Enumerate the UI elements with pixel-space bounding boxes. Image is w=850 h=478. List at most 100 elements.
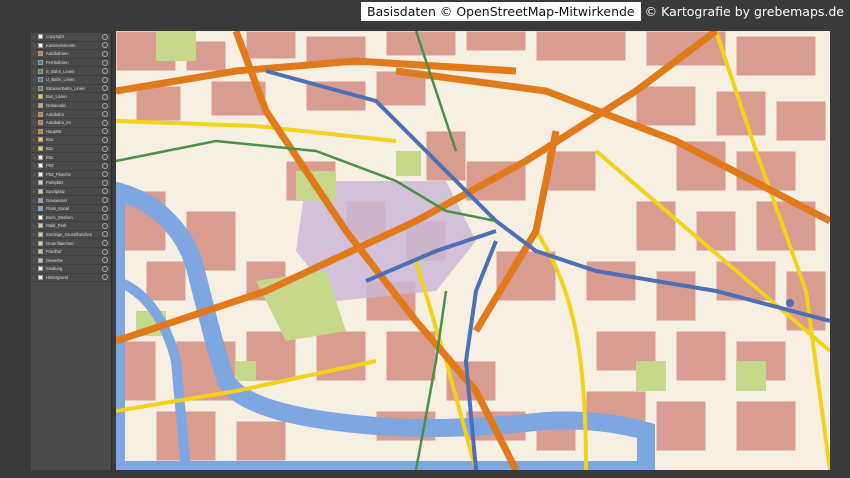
expand-arrow-icon[interactable]: › [33,94,37,99]
expand-arrow-icon[interactable]: › [33,120,37,125]
expand-arrow-icon[interactable]: › [33,129,37,134]
expand-arrow-icon[interactable]: › [33,198,37,203]
visibility-toggle-icon[interactable] [102,274,108,281]
layer-row[interactable]: › Autobahn_int [31,119,111,128]
expand-arrow-icon[interactable]: › [33,103,37,108]
layer-swatch-icon [38,240,43,246]
layer-row[interactable]: › Gebaeude [31,102,111,111]
expand-arrow-icon[interactable]: › [33,206,37,211]
visibility-toggle-icon[interactable] [102,50,108,57]
visibility-toggle-icon[interactable] [102,179,108,186]
expand-arrow-icon[interactable]: › [33,60,37,65]
expand-arrow-icon[interactable]: › [33,232,37,237]
expand-arrow-icon[interactable]: › [33,77,37,82]
layer-name: Autobahnen [46,51,69,57]
visibility-toggle-icon[interactable] [102,222,108,229]
visibility-toggle-icon[interactable] [102,119,108,126]
expand-arrow-icon[interactable]: › [33,34,37,39]
expand-arrow-icon[interactable]: › [33,266,37,271]
visibility-toggle-icon[interactable] [102,197,108,204]
expand-arrow-icon[interactable]: › [33,69,37,74]
visibility-toggle-icon[interactable] [102,205,108,212]
layer-swatch-icon [38,266,43,272]
map-view[interactable] [116,31,830,470]
layer-row[interactable]: › Sportplatz [31,188,111,197]
layer-row[interactable]: › Fluss_Kanal [31,205,111,214]
layer-row[interactable]: › B1x [31,136,111,145]
expand-arrow-icon[interactable]: › [33,249,37,254]
expand-arrow-icon[interactable]: › [33,155,37,160]
visibility-toggle-icon[interactable] [102,265,108,272]
layer-swatch-icon [38,103,43,109]
layer-row[interactable]: › Copyright [31,33,111,42]
layer-row[interactable]: › Autobahnen [31,50,111,59]
visibility-toggle-icon[interactable] [102,214,108,221]
visibility-toggle-icon[interactable] [102,76,108,83]
layer-row[interactable]: › Gewaesser [31,196,111,205]
visibility-toggle-icon[interactable] [102,68,108,75]
expand-arrow-icon[interactable]: › [33,189,37,194]
expand-arrow-icon[interactable]: › [33,51,37,56]
layer-swatch-icon [38,214,43,220]
expand-arrow-icon[interactable]: › [33,172,37,177]
layer-row[interactable]: › Autobahn [31,110,111,119]
visibility-toggle-icon[interactable] [102,231,108,238]
layer-row[interactable]: › Hintergrund [31,274,111,283]
visibility-toggle-icon[interactable] [102,93,108,100]
visibility-toggle-icon[interactable] [102,145,108,152]
expand-arrow-icon[interactable]: › [33,223,37,228]
layer-row[interactable]: › U_Bahn_Linien [31,76,111,85]
layer-row[interactable]: › P0Z [31,162,111,171]
visibility-toggle-icon[interactable] [102,111,108,118]
layer-row[interactable]: › B3x [31,153,111,162]
visibility-toggle-icon[interactable] [102,42,108,49]
visibility-toggle-icon[interactable] [102,33,108,40]
expand-arrow-icon[interactable]: › [33,43,37,48]
expand-arrow-icon[interactable]: › [33,112,37,117]
visibility-toggle-icon[interactable] [102,171,108,178]
visibility-toggle-icon[interactable] [102,85,108,92]
layer-name: Autobahn_int [46,120,71,126]
layer-row[interactable]: › Parkplatz [31,179,111,188]
expand-arrow-icon[interactable]: › [33,146,37,151]
layer-row[interactable]: › Buch_Strahen [31,213,111,223]
visibility-toggle-icon[interactable] [102,136,108,143]
visibility-toggle-icon[interactable] [102,188,108,195]
layer-row[interactable]: › Strassenbahn_Linien [31,85,111,94]
layer-row[interactable]: › Sonstige_Gruenflaechen [31,231,111,240]
expand-arrow-icon[interactable]: › [33,275,37,280]
layer-swatch-icon [38,197,43,203]
expand-arrow-icon[interactable]: › [33,163,37,168]
expand-arrow-icon[interactable]: › [33,180,37,185]
layer-row[interactable]: › Gruenflaechen [31,239,111,248]
expand-arrow-icon[interactable]: › [33,86,37,91]
expand-arrow-icon[interactable]: › [33,241,37,246]
credits-bar: Basisdaten © OpenStreetMap-Mitwirkende ©… [361,0,850,22]
layer-row[interactable]: › Kartenelemente [31,42,111,51]
expand-arrow-icon[interactable]: › [33,215,37,220]
visibility-toggle-icon[interactable] [102,257,108,264]
layer-row[interactable]: › Wald_Park [31,222,111,231]
visibility-toggle-icon[interactable] [102,102,108,109]
layer-row[interactable]: › Hauptstr [31,128,111,137]
visibility-toggle-icon[interactable] [102,128,108,135]
visibility-toggle-icon[interactable] [102,154,108,161]
layer-row[interactable]: › Siedlung [31,265,111,274]
visibility-toggle-icon[interactable] [102,59,108,66]
layer-row[interactable]: › S_Bahn_Linien [31,67,111,76]
layer-name: Hauptstr [46,128,62,134]
expand-arrow-icon[interactable]: › [33,258,37,263]
expand-arrow-icon[interactable]: › [33,137,37,142]
visibility-toggle-icon[interactable] [102,240,108,247]
layer-swatch-icon [38,146,43,152]
visibility-toggle-icon[interactable] [102,248,108,255]
layer-row[interactable]: › Bus_Linien [31,93,111,102]
visibility-toggle-icon[interactable] [102,162,108,169]
layer-row[interactable]: › B2x [31,145,111,154]
layer-swatch-icon [38,188,43,194]
layer-row[interactable]: › Gewerbe [31,256,111,266]
layer-swatch-icon [38,274,43,280]
layer-row[interactable]: › Friedhof [31,248,111,257]
layer-row[interactable]: › P0Z_Flaeche [31,171,111,180]
layer-row[interactable]: › Fernbahnen [31,59,111,68]
